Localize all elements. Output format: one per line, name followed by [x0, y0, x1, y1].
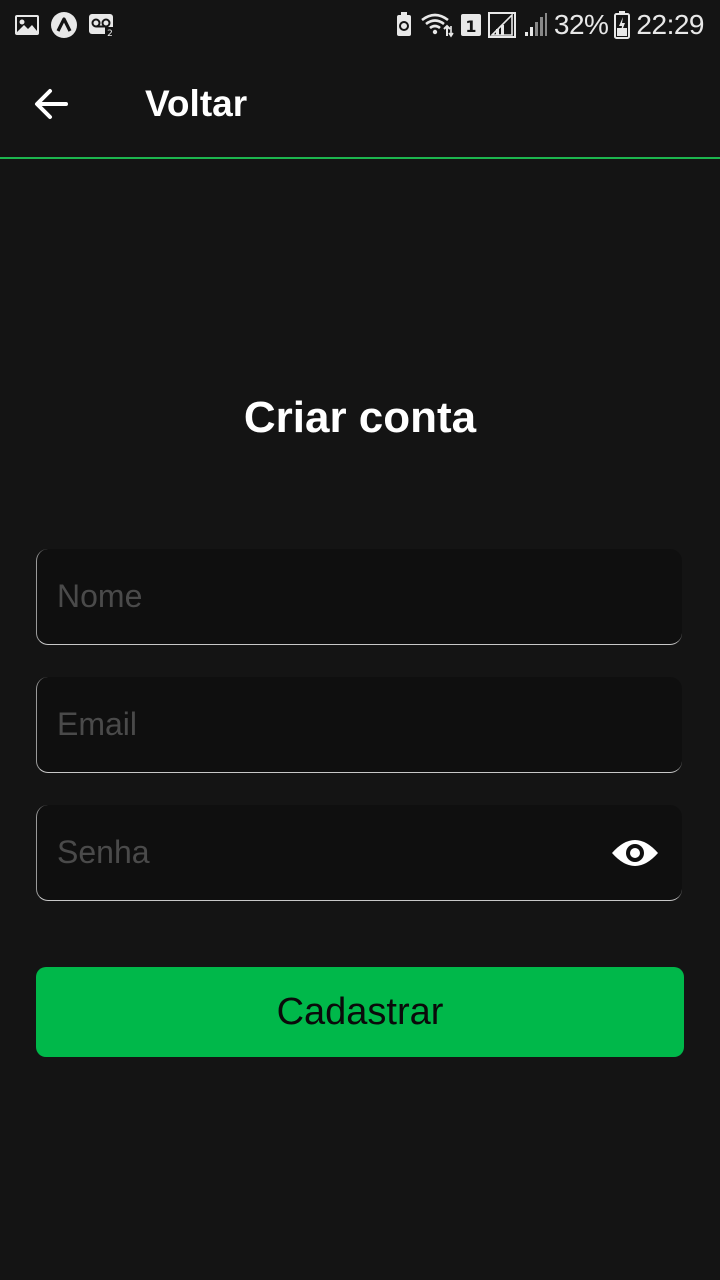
svg-text:2: 2 [107, 29, 113, 38]
sim-badge-label: 1 [465, 17, 476, 36]
status-bar-right: 1 32% 22:29 [394, 8, 704, 42]
arrow-left-icon [35, 89, 68, 119]
app-a-icon [50, 11, 78, 39]
clock: 22:29 [636, 9, 704, 40]
password-visibility-toggle[interactable] [610, 835, 660, 871]
battery-percent: 32% [553, 9, 609, 40]
voicemail-icon: 2 [88, 12, 116, 38]
signal-weak-icon [524, 12, 548, 38]
status-bar: 2 1 32% 22:29 [0, 0, 720, 50]
signup-screen: 2 1 32% 22:29 Voltar Criar conta Nome Em… [0, 0, 720, 1280]
wifi-icon [420, 12, 454, 38]
status-bar-left: 2 [14, 11, 116, 39]
page-title: Criar conta [243, 393, 477, 442]
email-field[interactable] [36, 677, 682, 773]
register-button[interactable]: Cadastrar [36, 967, 684, 1057]
sim-badge-icon: 1 [460, 12, 482, 38]
app-bar-divider [0, 157, 720, 159]
recycle-icon [394, 12, 414, 38]
app-bar-title[interactable]: Voltar [145, 80, 247, 128]
email-input[interactable] [57, 677, 617, 771]
name-input[interactable] [57, 549, 617, 643]
battery-charging-icon [614, 11, 631, 39]
app-bar: Voltar [0, 50, 720, 158]
signal-icon [487, 12, 518, 38]
name-field[interactable] [36, 549, 682, 645]
password-field[interactable] [36, 805, 682, 901]
back-button[interactable] [32, 84, 72, 124]
gallery-icon [14, 13, 40, 37]
password-input[interactable] [57, 805, 617, 899]
eye-icon [612, 840, 658, 866]
